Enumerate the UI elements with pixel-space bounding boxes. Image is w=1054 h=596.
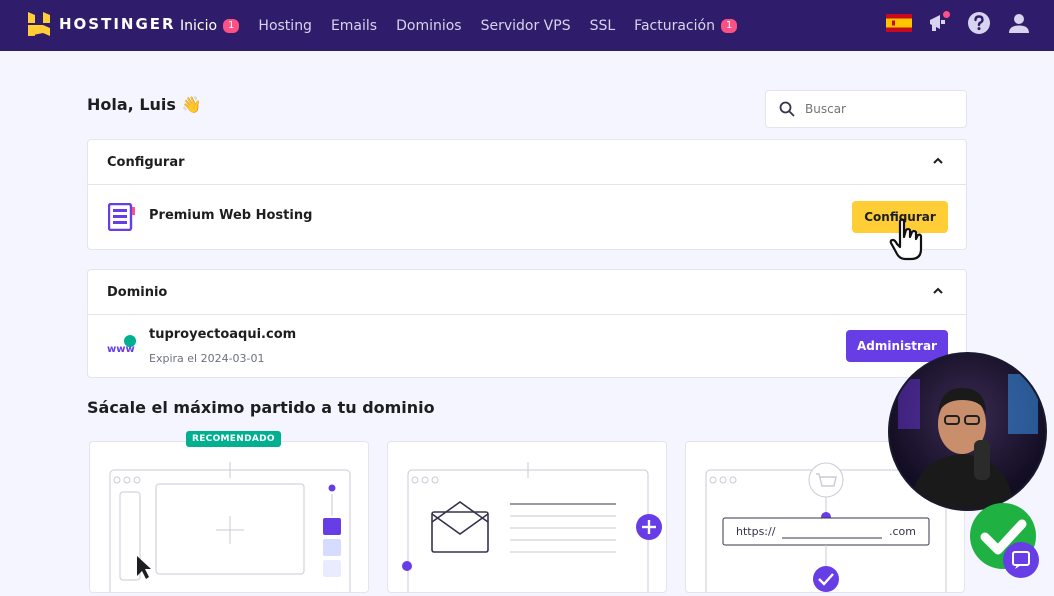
email-illustration [402, 462, 662, 596]
menu-item-ssl[interactable]: SSL [590, 18, 616, 34]
menu-item-inicio[interactable]: Inicio 1 [180, 17, 240, 34]
menu-item-facturacion[interactable]: Facturación 1 [634, 17, 738, 34]
search-input[interactable] [803, 101, 957, 117]
setup-item-name: Premium Web Hosting [149, 208, 313, 223]
notification-badge: 1 [720, 18, 738, 33]
chevron-up-icon[interactable] [932, 285, 944, 297]
url-prefix: https:// [736, 525, 776, 538]
chat-icon [1012, 551, 1030, 569]
chevron-up-icon[interactable] [932, 155, 944, 167]
domain-row: www tuproyectoaqui.com Expira el 2024-03… [88, 315, 966, 377]
menu-label: Inicio [180, 17, 218, 34]
promo-card-website-builder[interactable] [89, 441, 369, 596]
help-icon [968, 12, 990, 34]
menu-item-dominios[interactable]: Dominios [396, 18, 462, 34]
hostinger-logo-icon [28, 12, 50, 36]
setup-card-title: Configurar [107, 154, 185, 170]
promo-card-email[interactable] [387, 441, 667, 596]
recommended-badge: RECOMENDADO [186, 431, 281, 447]
menu-label: Hosting [258, 17, 312, 34]
domain-name: tuproyectoaqui.com [149, 327, 297, 342]
hand-cursor-icon [889, 218, 923, 261]
manage-button[interactable]: Administrar [846, 330, 948, 362]
nav-actions [886, 10, 1032, 36]
chat-button[interactable] [1003, 542, 1039, 578]
search-box[interactable] [765, 90, 967, 128]
setup-card: Configurar Premium Web Hosting Configura… [87, 139, 967, 261]
language-selector[interactable] [886, 10, 912, 36]
menu-label: Emails [330, 17, 378, 34]
search-icon [779, 101, 795, 117]
www-icon: www [107, 335, 136, 355]
menu-label: Facturación [634, 17, 715, 34]
menu-item-emails[interactable]: Emails [331, 18, 377, 34]
help-button[interactable] [966, 10, 992, 36]
presenter-silhouette [898, 374, 1038, 509]
account-button[interactable] [1006, 10, 1032, 36]
user-icon [1009, 14, 1029, 33]
setup-card-header[interactable]: Configurar [88, 140, 966, 185]
domain-expiry: Expira el 2024-03-01 [149, 352, 265, 365]
setup-row: Premium Web Hosting Configurar [88, 185, 966, 261]
menu-label: Dominios [396, 17, 462, 34]
brand-name: HOSTINGER [59, 15, 176, 33]
section-title: Sácale el máximo partido a tu dominio [87, 398, 435, 417]
menu-item-hosting[interactable]: Hosting [258, 18, 312, 34]
menu-item-vps[interactable]: Servidor VPS [481, 18, 571, 34]
webcam-overlay [888, 352, 1047, 511]
domain-card-header[interactable]: Dominio [88, 270, 966, 315]
domain-card-title: Dominio [107, 284, 168, 300]
menu-label: Servidor VPS [480, 17, 571, 34]
url-suffix: .com [889, 525, 916, 538]
website-builder-illustration [109, 462, 351, 596]
svg-text:www: www [107, 344, 135, 355]
spain-flag-icon [886, 14, 912, 32]
notification-dot [943, 11, 950, 18]
hosting-icon [108, 203, 135, 231]
menu-label: SSL [589, 17, 616, 34]
greeting: Hola, Luis 👋 [87, 95, 202, 114]
main-menu: Inicio 1 Hosting Emails Dominios Servido… [180, 0, 738, 51]
notification-badge: 1 [223, 18, 240, 33]
announcements-button[interactable] [926, 10, 952, 36]
domain-card: Dominio www tuproyectoaqui.com Expira el… [87, 269, 967, 378]
brand-logo[interactable]: HOSTINGER [28, 12, 176, 36]
top-navbar: HOSTINGER Inicio 1 Hosting Emails Domini… [0, 0, 1054, 51]
